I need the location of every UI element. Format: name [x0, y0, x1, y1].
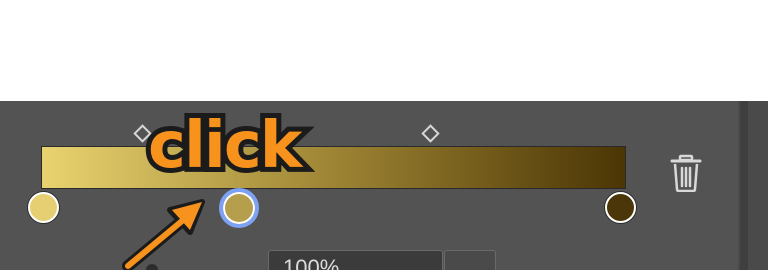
annotation-arrow-icon: [118, 188, 213, 270]
color-stop-selected[interactable]: [219, 188, 259, 228]
location-dropdown-button[interactable]: [444, 250, 496, 270]
screenshot-canvas: 100% click: [0, 0, 768, 270]
color-stop-right[interactable]: [605, 192, 636, 223]
color-stop-left[interactable]: [28, 192, 59, 223]
canvas-white-area: [0, 0, 768, 101]
trash-icon: [669, 154, 703, 197]
panel-divider: [740, 101, 748, 270]
location-value: 100%: [283, 255, 340, 270]
location-input[interactable]: 100%: [268, 250, 443, 270]
gradient-preview-bar[interactable]: [41, 146, 626, 189]
delete-stop-button[interactable]: [665, 154, 707, 196]
click-annotation-text: click: [143, 104, 307, 188]
